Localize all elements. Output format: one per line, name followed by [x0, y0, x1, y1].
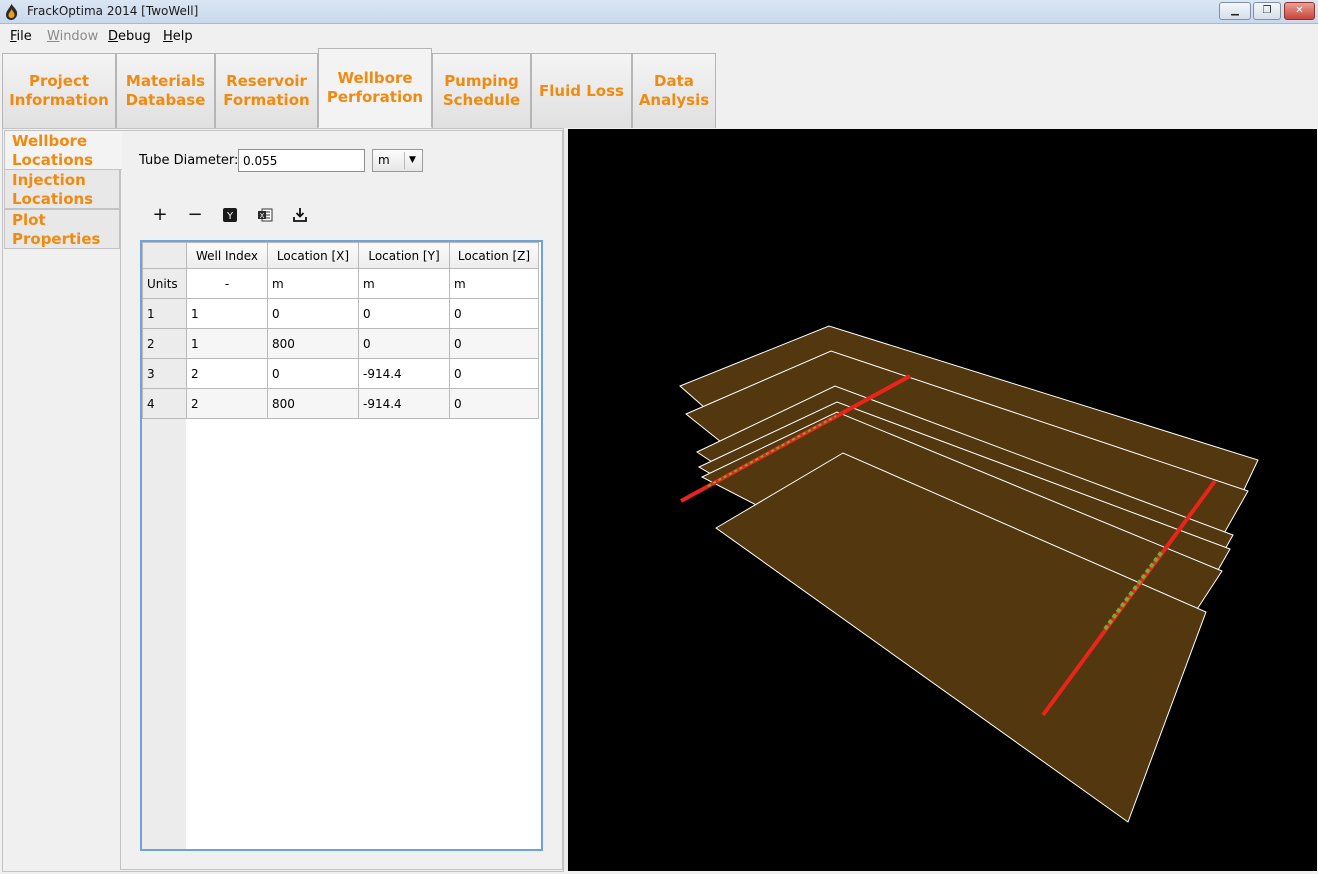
column-header-location-y[interactable]: Location [Y] — [358, 242, 450, 269]
tube-diameter-label: Tube Diameter: — [139, 153, 239, 168]
tab-materials-database[interactable]: Materials Database — [116, 53, 215, 128]
row-header[interactable]: 4 — [142, 388, 187, 419]
tube-diameter-unit-select[interactable]: m ▼ — [372, 149, 423, 172]
unit-selected-value: m — [378, 153, 390, 167]
table-cell[interactable]: 1 — [186, 298, 268, 329]
column-header-location-z[interactable]: Location [Z] — [449, 242, 539, 269]
tab-pumping-schedule[interactable]: Pumping Schedule — [432, 53, 531, 128]
table-cell[interactable]: 0 — [449, 328, 539, 359]
export-excel-button[interactable]: X — [254, 205, 276, 225]
minimize-button[interactable]: ▁ — [1219, 2, 1251, 20]
unit-cell[interactable]: m — [267, 268, 359, 299]
subtab-plot-properties[interactable]: Plot Properties — [4, 209, 120, 249]
paste-y-button[interactable]: Y — [219, 205, 241, 225]
import-button[interactable] — [289, 205, 311, 225]
3d-scene — [679, 325, 1259, 823]
table-cell[interactable]: -914.4 — [358, 358, 450, 389]
table-row: 1 1 0 0 0 — [142, 298, 539, 329]
menu-debug[interactable]: Debug — [108, 29, 151, 44]
menu-file[interactable]: File — [10, 29, 32, 44]
tube-diameter-input[interactable] — [238, 149, 365, 172]
row-header[interactable]: 2 — [142, 328, 187, 359]
unit-cell: - — [186, 268, 268, 299]
menu-help[interactable]: Help — [163, 29, 193, 44]
table-cell[interactable]: 0 — [449, 358, 539, 389]
wellbore-locations-table: Well Index Location [X] Location [Y] Loc… — [140, 240, 543, 851]
add-row-button[interactable]: + — [149, 205, 171, 225]
main-tab-bar: Project Information Materials Database Res… — [0, 47, 1318, 129]
table-row: 2 1 800 0 0 — [142, 328, 539, 359]
table-row: 4 2 800 -914.4 0 — [142, 388, 539, 419]
chevron-down-icon: ▼ — [404, 152, 420, 169]
subtab-injection-locations[interactable]: Injection Locations — [4, 169, 120, 209]
menu-bar: File Window Debug Help — [0, 25, 1318, 47]
unit-cell[interactable]: m — [449, 268, 539, 299]
menu-window[interactable]: Window — [47, 29, 98, 44]
table-cell[interactable]: 800 — [267, 388, 359, 419]
tab-data-analysis[interactable]: Data Analysis — [632, 53, 716, 128]
tab-project-information[interactable]: Project Information — [2, 53, 116, 128]
row-header[interactable]: 3 — [142, 358, 187, 389]
table-cell[interactable]: 1 — [186, 328, 268, 359]
table-cell[interactable]: 0 — [267, 358, 359, 389]
data-grid: Well Index Location [X] Location [Y] Loc… — [142, 242, 539, 419]
subtab-wellbore-locations[interactable]: Wellbore Locations — [4, 130, 122, 170]
table-cell[interactable]: 0 — [449, 298, 539, 329]
remove-row-button[interactable]: − — [184, 205, 206, 225]
unit-cell[interactable]: m — [358, 268, 450, 299]
table-cell[interactable]: 0 — [358, 328, 450, 359]
restore-button[interactable]: ❐ — [1253, 2, 1281, 20]
table-cell[interactable]: 2 — [186, 388, 268, 419]
svg-text:X: X — [260, 212, 265, 220]
units-row: Units - m m m — [142, 268, 539, 299]
column-header-location-x[interactable]: Location [X] — [267, 242, 359, 269]
3d-viewport[interactable] — [568, 129, 1317, 871]
paste-y-icon: Y — [223, 208, 237, 222]
table-cell[interactable]: -914.4 — [358, 388, 450, 419]
svg-text:Y: Y — [226, 211, 234, 222]
corner-cell[interactable] — [142, 242, 187, 269]
column-header-well-index[interactable]: Well Index — [186, 242, 268, 269]
table-cell[interactable]: 0 — [358, 298, 450, 329]
tab-reservoir-formation[interactable]: Reservoir Formation — [215, 53, 318, 128]
title-bar: FrackOptima 2014 [TwoWell] ▁ ❐ ✕ — [0, 0, 1318, 24]
units-row-header: Units — [142, 268, 187, 299]
import-icon — [293, 208, 307, 222]
tab-wellbore-perforation[interactable]: Wellbore Perforation — [318, 48, 432, 128]
table-cell[interactable]: 0 — [449, 388, 539, 419]
table-row: 3 2 0 -914.4 0 — [142, 358, 539, 389]
window-title: FrackOptima 2014 [TwoWell] — [27, 4, 199, 18]
header-row: Well Index Location [X] Location [Y] Loc… — [142, 242, 539, 269]
formation-layers — [679, 325, 1259, 823]
table-cell[interactable]: 800 — [267, 328, 359, 359]
row-header[interactable]: 1 — [142, 298, 187, 329]
excel-icon: X — [258, 208, 273, 222]
tab-fluid-loss[interactable]: Fluid Loss — [531, 53, 632, 128]
app-flame-icon — [6, 4, 18, 20]
table-cell[interactable]: 2 — [186, 358, 268, 389]
table-cell[interactable]: 0 — [267, 298, 359, 329]
close-button[interactable]: ✕ — [1284, 2, 1315, 20]
